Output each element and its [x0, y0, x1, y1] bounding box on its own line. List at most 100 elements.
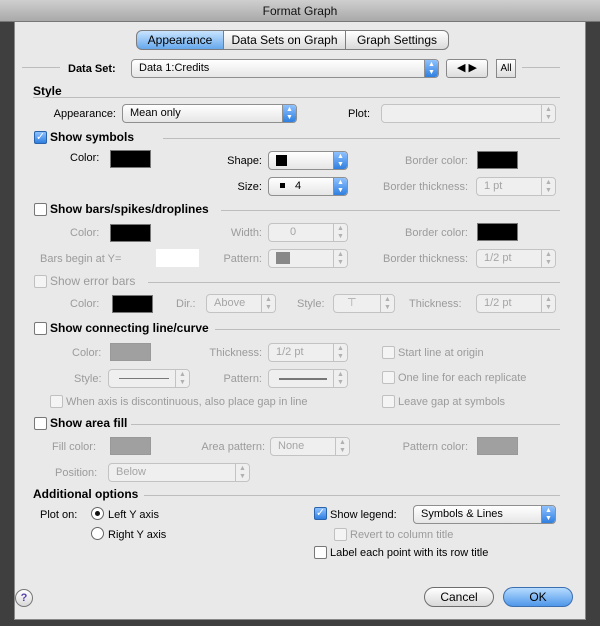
show-line-checkbox[interactable]: [34, 322, 47, 335]
chevron-updown-icon: ▲ ▼: [235, 464, 249, 481]
chevron-updown-icon: ▲ ▼: [333, 370, 347, 387]
chevron-updown-icon: ▲ ▼: [541, 295, 555, 312]
pattern-color-label: Pattern color:: [402, 441, 468, 453]
fill-color-swatch[interactable]: [110, 437, 151, 455]
line-pattern-icon: [279, 378, 327, 380]
all-button[interactable]: All: [496, 59, 516, 78]
show-bars-label: Show bars/spikes/droplines: [50, 202, 209, 216]
show-symbols-checkbox[interactable]: ✓: [34, 131, 47, 144]
bars-color-label: Color:: [70, 227, 100, 239]
bars-border-color-swatch[interactable]: [477, 223, 518, 241]
prev-arrow-icon[interactable]: ◀: [457, 62, 465, 74]
plot-label: Plot:: [348, 108, 371, 120]
chevron-updown-icon: ▲ ▼: [333, 250, 347, 267]
chevron-updown-icon: ▲ ▼: [424, 60, 438, 77]
position-select[interactable]: Below ▲ ▼: [108, 463, 250, 482]
pattern-swatch-icon: [276, 252, 290, 264]
show-error-bars-checkbox[interactable]: [34, 275, 47, 288]
symbol-color-label: Color:: [70, 152, 100, 164]
error-style-select[interactable]: ⊤ ▲ ▼: [333, 294, 395, 313]
show-area-fill-label: Show area fill: [50, 416, 128, 430]
tab-data-sets-on-graph[interactable]: Data Sets on Graph: [223, 30, 346, 50]
show-bars-checkbox[interactable]: [34, 203, 47, 216]
chevron-updown-icon: ▲ ▼: [333, 152, 347, 169]
line-color-swatch[interactable]: [110, 343, 151, 361]
label-points-checkbox[interactable]: [314, 546, 327, 559]
bars-begin-input[interactable]: [156, 249, 199, 267]
chevron-updown-icon: ▲ ▼: [541, 105, 555, 122]
error-dir-select[interactable]: Above ▲ ▼: [206, 294, 276, 313]
shape-select[interactable]: ▲ ▼: [268, 151, 348, 170]
cancel-button[interactable]: Cancel: [424, 587, 494, 607]
show-error-bars-label: Show error bars: [50, 274, 136, 288]
line-color-label: Color:: [72, 347, 102, 359]
ok-button[interactable]: OK: [503, 587, 573, 607]
revert-title-checkbox[interactable]: [334, 528, 347, 541]
error-thickness-label: Thickness:: [409, 298, 462, 310]
one-line-checkbox[interactable]: [382, 371, 395, 384]
next-arrow-icon[interactable]: ▶: [469, 62, 477, 74]
bars-width-select[interactable]: 0 ▲ ▼: [268, 223, 348, 242]
line-thickness-select[interactable]: 1/2 pt ▲ ▼: [268, 343, 348, 362]
bars-color-swatch[interactable]: [110, 224, 151, 242]
line-style-select[interactable]: ▲ ▼: [108, 369, 190, 388]
right-axis-radio[interactable]: [91, 527, 104, 540]
error-thickness-select[interactable]: 1/2 pt ▲ ▼: [476, 294, 556, 313]
error-dir-value: Above: [214, 297, 246, 309]
bars-pattern-label: Pattern:: [223, 253, 262, 265]
line-pattern-select[interactable]: ▲ ▼: [268, 369, 348, 388]
legend-select[interactable]: Symbols & Lines ▲ ▼: [413, 505, 556, 524]
tab-graph-settings[interactable]: Graph Settings: [345, 30, 449, 50]
symbol-border-color-swatch[interactable]: [477, 151, 518, 169]
gap-discontinuous-label: When axis is discontinuous, also place g…: [66, 396, 308, 408]
bars-width-label: Width:: [230, 227, 262, 239]
chevron-updown-icon: ▲ ▼: [282, 105, 296, 122]
line-thickness-label: Thickness:: [209, 347, 262, 359]
bars-pattern-select[interactable]: ▲ ▼: [268, 249, 348, 268]
label-points-label: Label each point with its row title: [330, 547, 489, 559]
area-pattern-select[interactable]: None ▲ ▼: [270, 437, 350, 456]
error-color-swatch[interactable]: [112, 295, 153, 313]
size-select[interactable]: 4 ▲ ▼: [268, 177, 348, 196]
bars-border-thickness-label: Border thickness:: [383, 253, 468, 265]
tab-appearance[interactable]: Appearance: [136, 30, 224, 50]
start-origin-checkbox[interactable]: [382, 346, 395, 359]
show-legend-checkbox[interactable]: ✓: [314, 507, 327, 520]
show-line-label: Show connecting line/curve: [50, 321, 209, 335]
bars-width-value: 0: [290, 226, 297, 238]
show-legend-label: Show legend:: [330, 509, 397, 521]
error-style-value: ⊤: [347, 297, 357, 309]
leave-gap-checkbox[interactable]: [382, 395, 395, 408]
dataset-select[interactable]: Data 1:Credits ▲ ▼: [131, 59, 439, 78]
gap-discontinuous-checkbox[interactable]: [50, 395, 63, 408]
symbol-border-color-label: Border color:: [405, 155, 468, 167]
left-axis-radio[interactable]: [91, 507, 104, 520]
start-origin-label: Start line at origin: [398, 347, 484, 359]
symbol-border-thickness-value: 1 pt: [484, 180, 503, 192]
chevron-updown-icon: ▲ ▼: [541, 178, 555, 195]
right-axis-label: Right Y axis: [108, 529, 167, 541]
window-title: Format Graph: [262, 4, 338, 18]
fill-color-label: Fill color:: [52, 441, 97, 453]
appearance-value: Mean only: [130, 107, 181, 119]
show-area-fill-checkbox[interactable]: [34, 417, 47, 430]
legend-value: Symbols & Lines: [421, 508, 503, 520]
symbol-border-thickness-label: Border thickness:: [383, 181, 468, 193]
area-pattern-value: None: [278, 440, 305, 452]
plot-on-label: Plot on:: [40, 509, 78, 521]
one-line-label: One line for each replicate: [398, 372, 527, 384]
dataset-label: Data Set:: [68, 63, 116, 75]
symbol-color-swatch[interactable]: [110, 150, 151, 168]
line-thickness-value: 1/2 pt: [276, 346, 304, 358]
bars-border-thickness-select[interactable]: 1/2 pt ▲ ▼: [476, 249, 556, 268]
position-value: Below: [116, 466, 146, 478]
help-button[interactable]: ?: [15, 589, 33, 607]
symbol-border-thickness-select[interactable]: 1 pt ▲ ▼: [476, 177, 556, 196]
error-dir-label: Dir.:: [176, 298, 196, 310]
plot-select[interactable]: ▲ ▼: [381, 104, 556, 123]
appearance-select[interactable]: Mean only ▲ ▼: [122, 104, 297, 123]
pattern-color-swatch[interactable]: [477, 437, 518, 455]
small-square-icon: [280, 183, 285, 188]
error-thickness-value: 1/2 pt: [484, 297, 512, 309]
chevron-updown-icon: ▲ ▼: [333, 344, 347, 361]
